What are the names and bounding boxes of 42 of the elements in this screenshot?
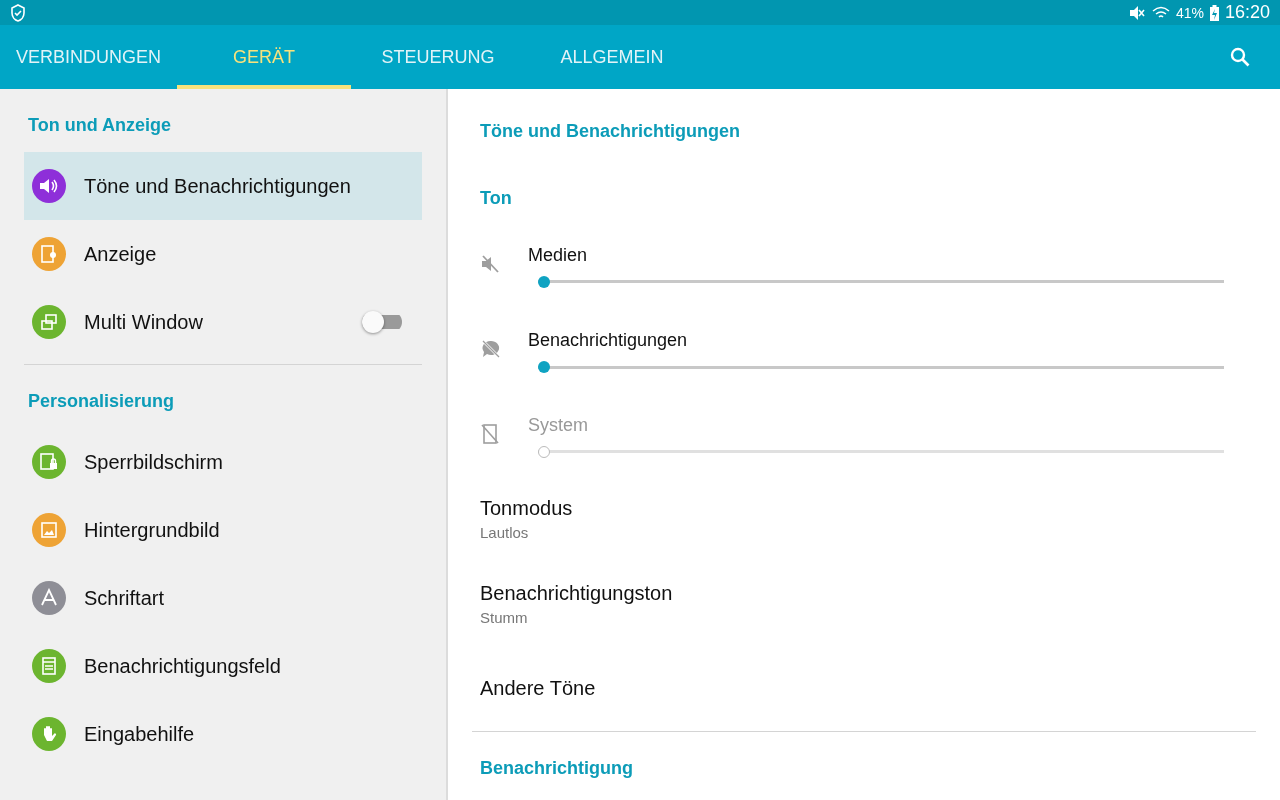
notification-panel-icon (39, 656, 59, 676)
speaker-icon (39, 177, 59, 195)
setting-item[interactable]: Tonmodus Lautlos (472, 476, 1256, 561)
lock-screen-icon (39, 452, 59, 472)
volume-label: System (528, 415, 589, 436)
slider-thumb[interactable] (538, 361, 550, 373)
windows-icon (39, 312, 59, 332)
volume-label: Benachrichtigungen (528, 330, 689, 351)
sidebar-item[interactable]: Multi Window (24, 288, 422, 356)
muted-speaker-icon (480, 253, 500, 274)
setting-value: Stumm (480, 608, 529, 626)
sidebar-item[interactable]: Sperrbildschirm (24, 428, 422, 496)
shield-icon (10, 3, 26, 22)
picture-icon (39, 520, 59, 540)
section-heading: Benachrichtigung (479, 757, 634, 779)
toggle-switch[interactable] (362, 311, 402, 333)
muted-phone-icon (480, 422, 500, 445)
setting-item[interactable]: Andere Töne (472, 646, 1256, 731)
setting-title: Tonmodus (480, 496, 574, 520)
font-icon (39, 588, 59, 608)
section-heading: Personalisierung (27, 390, 176, 413)
clock: 16:20 (1224, 2, 1270, 23)
setting-title: Andere Töne (480, 677, 597, 700)
sidebar-item[interactable]: Eingabehilfe (24, 700, 422, 768)
battery-icon (1209, 4, 1219, 21)
volume-label: Medien (528, 245, 589, 266)
search-icon (1230, 47, 1250, 67)
setting-title: Benachrichtigungston (480, 581, 674, 605)
section-heading: Ton (479, 187, 513, 209)
sidebar-item[interactable]: Töne und Benachrichtigungen (24, 152, 422, 220)
setting-item[interactable]: Benachrichtigungston Stumm (472, 561, 1256, 646)
sidebar-item[interactable]: Benachrichtigungsfeld (24, 632, 422, 700)
sidebar-item[interactable]: Schriftart (24, 564, 422, 632)
sidebar-item[interactable]: Hintergrundbild (24, 496, 422, 564)
mute-icon (1127, 4, 1146, 21)
sidebar-item[interactable]: Anzeige (24, 220, 422, 288)
slider-thumb[interactable] (538, 276, 550, 288)
setting-value: Lautlos (480, 523, 530, 541)
battery-percent: 41% (1175, 4, 1204, 21)
section-heading: Ton und Anzeige (27, 114, 172, 137)
muted-bubble-icon (480, 337, 502, 360)
page-title: Töne und Benachrichtigungen (479, 120, 741, 142)
